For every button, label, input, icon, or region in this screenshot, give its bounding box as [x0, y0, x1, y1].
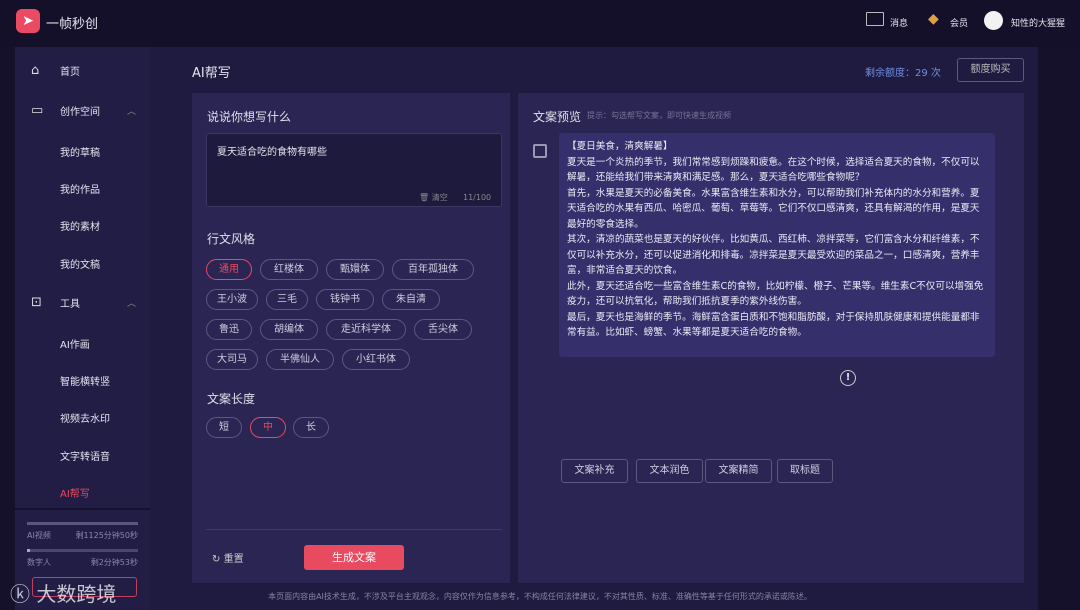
divider [15, 508, 150, 510]
sidebar-item-ai-painting[interactable]: AI作画 [15, 328, 150, 358]
toolbox-icon: ⊡ [31, 294, 42, 310]
generate-button[interactable]: 生成文案 [304, 545, 404, 570]
sidebar-item-landscape-to-portrait[interactable]: 智能横转竖 [15, 365, 150, 395]
style-option[interactable]: 朱自清 [382, 289, 440, 310]
style-option[interactable]: 通用 [206, 259, 252, 280]
divider [206, 529, 502, 530]
username[interactable]: 知性的大猩猩 [1011, 16, 1065, 29]
length-long[interactable]: 长 [293, 417, 329, 438]
quota-value: 剩1125分钟50秒 [75, 531, 138, 540]
title-button[interactable]: 取标题 [777, 459, 833, 483]
sidebar-item-tools[interactable]: ⊡ 工具 ︿ [15, 287, 150, 317]
style-option[interactable]: 百年孤独体 [392, 259, 474, 280]
supplement-button[interactable]: 文案补充 [561, 459, 628, 483]
polish-button[interactable]: 文本润色 [636, 459, 703, 483]
ai-video-quota-bar [27, 522, 138, 525]
digital-human-quota-bar [27, 549, 138, 552]
style-option[interactable]: 鲁迅 [206, 319, 252, 340]
style-option[interactable]: 小红书体 [342, 349, 410, 370]
style-option[interactable]: 三毛 [266, 289, 308, 310]
avatar[interactable] [984, 11, 1003, 30]
member-link[interactable]: 会员 [950, 16, 968, 29]
reset-button[interactable]: ↻ 重置 [212, 550, 244, 565]
preview-hint: 提示：勾选帮写文案，即可快速生成视频 [587, 111, 731, 120]
input-panel: 说说你想写什么 夏天适合吃的食物有哪些 🗑 清空 11/100 行文风格 通用红… [192, 93, 510, 583]
chevron-up-icon: ︿ [126, 106, 136, 117]
quota-label: 数字人 [27, 558, 51, 567]
style-option[interactable]: 大司马 [206, 349, 258, 370]
char-count: 11/100 [463, 193, 492, 202]
sidebar-item-workspace[interactable]: ▭ 创作空间 ︿ [15, 95, 150, 125]
preview-panel: 文案预览 提示：勾选帮写文案，即可快速生成视频 【夏日美食，清爽解暑】 夏天是一… [518, 93, 1024, 583]
remaining-quota: 剩余额度：29 次 [865, 68, 941, 79]
reset-icon: ↻ [212, 554, 221, 565]
sidebar-item-remove-watermark[interactable]: 视频去水印 [15, 402, 150, 432]
quota-label: AI视频 [27, 531, 51, 540]
mail-icon[interactable] [866, 12, 884, 26]
style-option[interactable]: 舌尖体 [414, 319, 472, 340]
length-medium[interactable]: 中 [250, 417, 286, 438]
messages-link[interactable]: 消息 [890, 16, 908, 29]
home-icon: ⌂ [31, 62, 40, 78]
info-icon[interactable]: ! [840, 370, 856, 386]
sidebar: ⌂ 首页 ▭ 创作空间 ︿ 我的草稿 我的作品 我的素材 我的文稿 ⊡ 工具 ︿ AI作画… [15, 47, 150, 610]
sidebar-item-home[interactable]: ⌂ 首页 [15, 55, 150, 85]
length-short[interactable]: 短 [206, 417, 242, 438]
sidebar-item-works[interactable]: 我的作品 [15, 173, 150, 203]
sidebar-item-tts[interactable]: 文字转语音 [15, 440, 150, 470]
style-option[interactable]: 红楼体 [260, 259, 318, 280]
condense-button[interactable]: 文案精简 [705, 459, 772, 483]
disclaimer: 本页面内容由AI技术生成，不涉及平台主观观念，内容仅作为信息参考，不构成任何法律… [268, 592, 812, 601]
sidebar-item-materials[interactable]: 我的素材 [15, 210, 150, 240]
sidebar-item-scripts[interactable]: 我的文稿 [15, 248, 150, 278]
style-option[interactable]: 胡编体 [260, 319, 318, 340]
app-logo-icon[interactable]: ➤ [16, 9, 40, 33]
style-option[interactable]: 钱钟书 [316, 289, 374, 310]
prompt-textarea[interactable]: 夏天适合吃的食物有哪些 🗑 清空 11/100 [206, 133, 502, 207]
style-option[interactable]: 走近科学体 [326, 319, 406, 340]
prompt-heading: 说说你想写什么 [207, 110, 292, 124]
monitor-icon: ▭ [31, 102, 44, 118]
page-title: AI帮写 [192, 66, 231, 81]
style-option[interactable]: 王小波 [206, 289, 258, 310]
quota-value: 剩2分钟53秒 [90, 558, 138, 567]
length-heading: 文案长度 [207, 392, 256, 406]
buy-quota-button[interactable]: 额度购买 [957, 58, 1024, 82]
app-name: 一帧秒创 [46, 17, 99, 32]
preview-heading: 文案预览 [533, 110, 582, 124]
vip-diamond-icon[interactable]: ◆ [928, 11, 939, 27]
select-checkbox[interactable] [533, 144, 547, 158]
clear-button[interactable]: 🗑 清空 [419, 192, 448, 203]
style-option[interactable]: 甄嬛体 [326, 259, 384, 280]
top-bar: ➤ 一帧秒创 消息 ◆ 会员 知性的大猩猩 [0, 0, 1080, 47]
sidebar-item-drafts[interactable]: 我的草稿 [15, 136, 150, 166]
style-option[interactable]: 半佛仙人 [266, 349, 334, 370]
generated-copy[interactable]: 【夏日美食，清爽解暑】 夏天是一个炎热的季节，我们常常感到烦躁和疲惫。在这个时候… [559, 133, 995, 357]
style-heading: 行文风格 [207, 232, 256, 246]
prompt-text: 夏天适合吃的食物有哪些 [217, 147, 327, 158]
sidebar-item-ai-writing[interactable]: AI帮写 [15, 477, 150, 507]
chevron-up-icon: ︿ [126, 298, 136, 309]
